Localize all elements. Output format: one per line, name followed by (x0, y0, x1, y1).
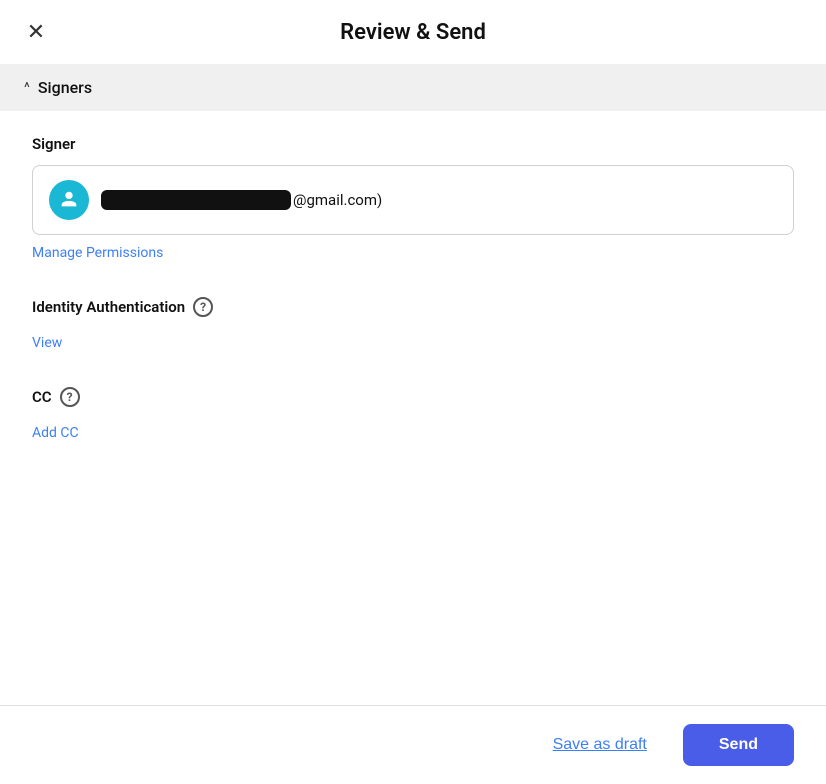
add-cc-link[interactable]: Add CC (32, 425, 79, 441)
cc-help-icon[interactable]: ? (60, 387, 80, 407)
signers-section-header[interactable]: ^ Signers (0, 64, 826, 111)
save-draft-button[interactable]: Save as draft (537, 726, 663, 764)
header: ✕ Review & Send (0, 0, 826, 64)
close-icon: ✕ (27, 21, 45, 43)
identity-authentication-title-row: Identity Authentication ? (32, 297, 794, 317)
signer-section-title: Signer (32, 135, 794, 153)
view-link[interactable]: View (32, 335, 62, 351)
avatar (49, 180, 89, 220)
footer: Save as draft Send (0, 705, 826, 784)
cc-title: CC (32, 388, 52, 406)
manage-permissions-link[interactable]: Manage Permissions (32, 245, 163, 261)
cc-title-row: CC ? (32, 387, 794, 407)
signer-section: Signer @gmail.com) Manage Permissions (32, 135, 794, 261)
email-suffix: @gmail.com) (293, 191, 382, 209)
chevron-up-icon: ^ (24, 80, 30, 96)
signer-email: @gmail.com) (101, 190, 382, 210)
send-button[interactable]: Send (683, 724, 794, 766)
identity-authentication-help-icon[interactable]: ? (193, 297, 213, 317)
signer-card: @gmail.com) (32, 165, 794, 235)
close-button[interactable]: ✕ (20, 16, 52, 48)
cc-section: CC ? Add CC (32, 387, 794, 441)
page-wrapper: ✕ Review & Send ^ Signers Signer @gmail.… (0, 0, 826, 784)
email-redacted (101, 190, 291, 210)
signers-label: Signers (38, 78, 92, 97)
identity-authentication-title: Identity Authentication (32, 298, 185, 316)
main-content: Signer @gmail.com) Manage Permissions Id… (0, 111, 826, 705)
signer-avatar-icon (58, 189, 80, 211)
identity-authentication-section: Identity Authentication ? View (32, 297, 794, 351)
page-title: Review & Send (340, 20, 486, 45)
